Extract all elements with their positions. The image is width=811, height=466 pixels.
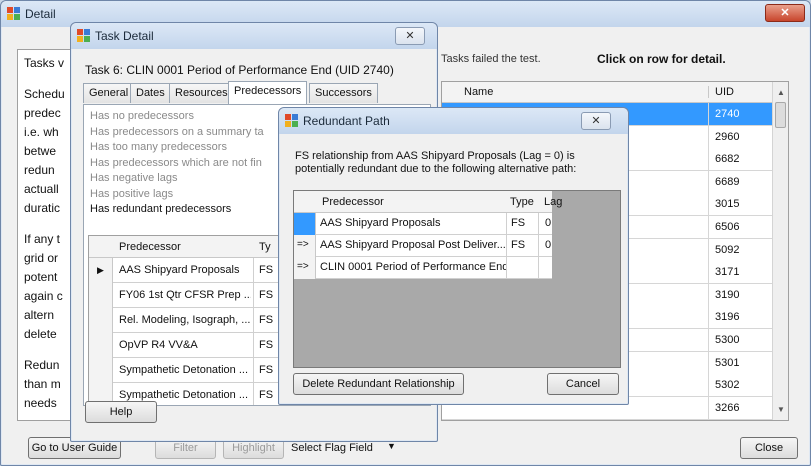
cell-predecessor: Sympathetic Detonation ...: [119, 364, 249, 376]
cell-uid: 5302: [708, 374, 774, 398]
column-predecessor[interactable]: Predecessor: [119, 241, 181, 253]
cell-uid: 3015: [708, 193, 774, 217]
task-detail-titlebar: Task Detail ✕: [71, 23, 437, 49]
row-marker: =>: [294, 235, 316, 257]
cell-predecessor: Rel. Modeling, Isograph, ...: [119, 314, 251, 326]
cell-uid: 6506: [708, 216, 774, 239]
tab-general[interactable]: General: [83, 83, 135, 103]
cell-uid: 2740: [708, 103, 774, 126]
cell-type: FS: [253, 358, 273, 383]
column-type[interactable]: Ty: [259, 241, 271, 253]
cell-uid: 3196: [708, 306, 774, 330]
cell-type: FS: [253, 383, 273, 405]
table-row[interactable]: AAS Shipyard Proposals FS 0: [294, 213, 552, 235]
scroll-down-icon[interactable]: ▼: [777, 405, 785, 414]
check-label: Has positive lags: [90, 187, 174, 200]
cell-type: FS: [253, 333, 273, 358]
cell-uid: 3190: [708, 283, 774, 307]
table-row[interactable]: => AAS Shipyard Proposal Post Deliver... F…: [294, 235, 552, 257]
column-type[interactable]: Type: [510, 196, 534, 208]
app-icon: [7, 7, 20, 20]
tab-predecessors[interactable]: Predecessors: [228, 81, 308, 104]
check-label: Has no predecessors: [90, 110, 194, 122]
help-button[interactable]: Help: [85, 401, 157, 423]
column-predecessor[interactable]: Predecessor: [322, 196, 384, 208]
check-label: Has redundant predecessors: [90, 203, 232, 215]
check-label: Has negative lags: [90, 172, 178, 184]
tab-strip: General Dates Resources Predecessors Suc…: [83, 81, 433, 105]
click-hint: Click on row for detail.: [597, 52, 726, 66]
cell-uid: 5301: [708, 351, 774, 375]
cell-type: FS: [253, 258, 273, 283]
cell-lag: 0: [538, 235, 598, 257]
check-label: Has predecessors on a summary ta: [90, 125, 264, 138]
close-icon[interactable]: ✕: [581, 112, 611, 130]
app-icon: [285, 114, 298, 127]
delete-redundant-button[interactable]: Delete Redundant Relationship: [293, 373, 464, 395]
cell-predecessor: OpVP R4 VV&A: [119, 339, 198, 351]
cell-predecessor: AAS Shipyard Proposals: [119, 264, 240, 276]
cell-predecessor: Sympathetic Detonation ...: [119, 389, 249, 401]
chevron-down-icon: ▼: [387, 441, 396, 451]
cell-predecessor: AAS Shipyard Proposals: [320, 217, 441, 229]
row-selector-icon: [89, 283, 113, 308]
cell-uid: 6689: [708, 170, 774, 194]
cell-lag: [538, 257, 598, 279]
cell-uid: 3171: [708, 261, 774, 285]
cell-type: FS: [253, 308, 273, 333]
cell-type: FS: [506, 213, 538, 235]
task-line: Task 6: CLIN 0001 Period of Performance …: [85, 63, 394, 77]
check-label: Has predecessors which are not fin: [90, 156, 262, 169]
tab-dates[interactable]: Dates: [130, 83, 171, 103]
row-selector-icon: ▶: [89, 258, 113, 283]
row-selector-icon: [89, 358, 113, 383]
close-button[interactable]: Close: [740, 437, 798, 459]
app-icon: [77, 29, 90, 42]
row-marker: =>: [294, 257, 316, 279]
check-label: Has too many predecessors: [90, 141, 227, 153]
cell-uid: 6682: [708, 148, 774, 172]
check-list: Has no predecessors Has predecessors on a…: [90, 109, 264, 218]
row-selector-icon: [89, 308, 113, 333]
message-text: FS relationship from AAS Shipyard Propos…: [295, 150, 577, 175]
cell-uid: 5092: [708, 238, 774, 262]
row-marker: [294, 213, 316, 235]
redundant-path-dialog: Redundant Path ✕ FS relationship from AA…: [278, 107, 629, 405]
close-icon[interactable]: ✕: [395, 27, 425, 45]
cell-predecessor: CLIN 0001 Period of Performance End: [320, 261, 506, 273]
column-lag[interactable]: Lag: [544, 196, 562, 208]
redundant-path-titlebar: Redundant Path ✕: [279, 108, 628, 134]
info-text: Tasks failed the test.: [441, 53, 541, 65]
cell-uid: 3266: [708, 396, 774, 420]
redundant-path-title: Redundant Path: [303, 114, 390, 128]
cell-uid: 2960: [708, 125, 774, 149]
grid-header: Predecessor Type Lag: [294, 191, 562, 213]
scroll-thumb[interactable]: [775, 102, 786, 128]
path-grid[interactable]: Predecessor Type Lag AAS Shipyard Propos…: [293, 190, 621, 368]
cell-type: [506, 257, 538, 279]
flag-field-select[interactable]: Select Flag Field ▼: [289, 439, 409, 459]
column-name[interactable]: Name: [464, 86, 493, 98]
task-detail-title: Task Detail: [95, 29, 154, 43]
vertical-scrollbar[interactable]: ▲ ▼: [772, 82, 788, 420]
cell-predecessor: AAS Shipyard Proposal Post Deliver...: [320, 239, 506, 251]
cell-type: FS: [506, 235, 538, 257]
table-row[interactable]: => CLIN 0001 Period of Performance End: [294, 257, 552, 279]
grid-header: Name UID: [442, 82, 774, 103]
detail-title: Detail: [25, 7, 56, 21]
cell-predecessor: FY06 1st Qtr CFSR Prep ...: [119, 289, 251, 301]
tab-successors[interactable]: Successors: [309, 83, 378, 103]
scroll-up-icon[interactable]: ▲: [777, 88, 785, 97]
close-icon[interactable]: ✕: [765, 4, 805, 22]
column-uid[interactable]: UID: [708, 86, 774, 98]
row-selector-icon: [89, 333, 113, 358]
cell-type: FS: [253, 283, 273, 308]
tab-resources[interactable]: Resources: [169, 83, 234, 103]
flag-field-value: Select Flag Field: [291, 442, 373, 454]
cell-uid: 5300: [708, 329, 774, 352]
cell-lag: 0: [538, 213, 598, 235]
cancel-button[interactable]: Cancel: [547, 373, 619, 395]
